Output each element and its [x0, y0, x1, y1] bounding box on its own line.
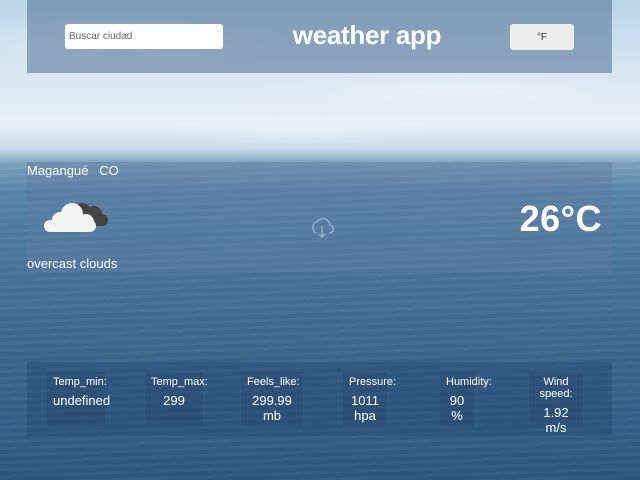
stat-label: Temp_max: [151, 376, 208, 388]
stat-temp-max: Temp_max: 299 [145, 372, 208, 426]
stats-panel: Temp_min: undefined Temp_max: 299 Feels_… [27, 362, 612, 436]
stat-value: 1011 hpa [351, 393, 379, 423]
city-name: Magangué [27, 163, 89, 178]
stat-value: 1.92 m/s [543, 405, 569, 435]
overcast-clouds-icon [40, 198, 110, 243]
stat-label: Pressure: [349, 376, 397, 388]
stat-label: Feels_like: [247, 376, 300, 388]
weather-description: overcast clouds [27, 256, 118, 271]
location: Magangué CO [27, 163, 119, 178]
stat-humidity: Humidity: 90 % [440, 372, 492, 426]
app-title: weather app [292, 20, 442, 50]
search-input[interactable] [65, 24, 223, 49]
stat-value: 299 [163, 393, 185, 408]
current-weather-panel: Magangué CO overcast clouds 26°C [27, 162, 612, 272]
stat-feels-like: Feels_like: 299.99 mb [241, 372, 303, 426]
stat-pressure: Pressure: 1011 hpa [343, 372, 397, 426]
stat-label: Wind speed: [539, 376, 573, 400]
current-temperature: 26°C [519, 198, 602, 239]
stat-temp-min: Temp_min: undefined [47, 372, 111, 426]
stat-value: 299.99 mb [252, 393, 292, 423]
country-code: CO [99, 163, 119, 178]
stat-label: Temp_min: [53, 376, 107, 388]
stat-label: Humidity: [446, 376, 492, 388]
stat-wind-speed: Wind speed: 1.92 m/s [529, 372, 583, 435]
header-bar: weather app °F [27, 0, 612, 73]
unit-toggle-button[interactable]: °F [510, 24, 574, 50]
cloud-download-icon [309, 215, 335, 246]
stat-value: 90 % [449, 393, 465, 423]
stat-value: undefined [53, 393, 111, 408]
